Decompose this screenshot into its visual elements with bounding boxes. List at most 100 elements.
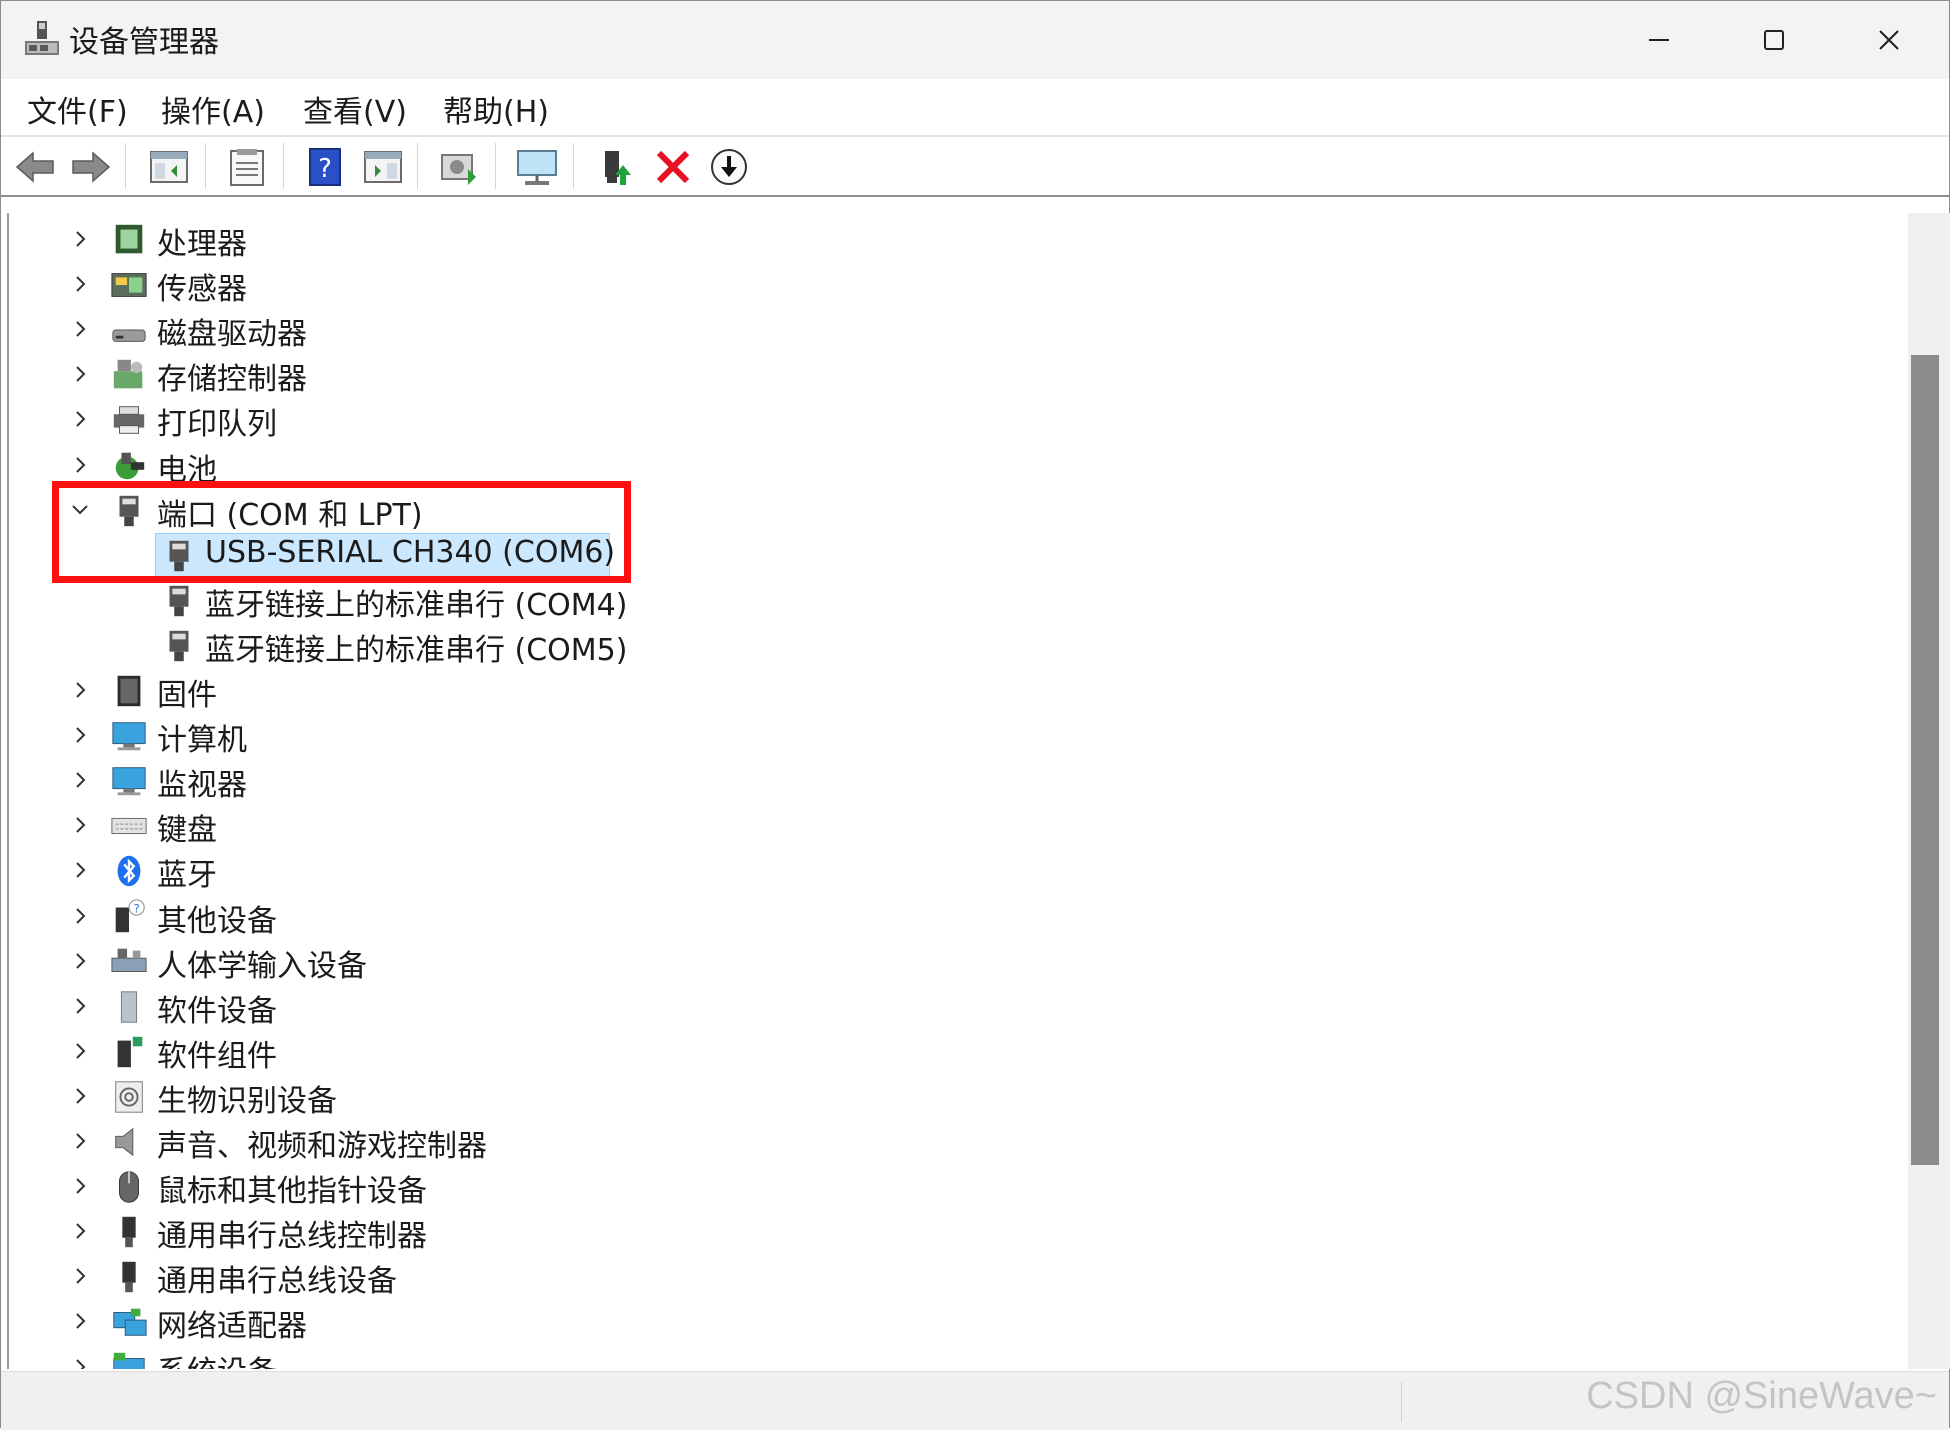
tree-category-row[interactable]: 网络适配器 — [9, 1299, 1889, 1344]
menu-action[interactable]: 操作(A) — [161, 87, 265, 131]
menu-file[interactable]: 文件(F) — [27, 87, 128, 131]
tree-category-label: 声音、视频和游戏控制器 — [157, 1129, 487, 1164]
computer-monitor-button[interactable] — [515, 145, 559, 189]
menu-help[interactable]: 帮助(H) — [443, 87, 549, 131]
storage-controller-icon — [113, 360, 143, 389]
chevron-right-icon[interactable] — [65, 269, 95, 299]
tree-category-row[interactable]: 通用串行总线设备 — [9, 1254, 1889, 1299]
toolbar-separator — [417, 143, 418, 189]
show-hide-console-tree-button[interactable] — [147, 145, 191, 189]
tree-category-row[interactable]: ? 其他设备 — [9, 894, 1889, 939]
chevron-right-icon[interactable] — [65, 1081, 95, 1111]
back-button[interactable] — [13, 145, 57, 189]
show-hide-console-tree-icon — [150, 151, 188, 183]
software-device-icon — [120, 991, 138, 1023]
uninstall-icon — [656, 150, 690, 184]
minimize-button[interactable] — [1601, 1, 1716, 79]
system-devices-icon — [113, 1352, 145, 1369]
toolbar: ? — [1, 137, 1949, 197]
tree-child-label: 蓝牙链接上的标准串行 (COM5) — [205, 632, 628, 668]
chevron-right-icon[interactable] — [65, 404, 95, 434]
chevron-right-icon[interactable] — [65, 450, 95, 480]
chevron-right-icon[interactable] — [65, 224, 95, 254]
chevron-right-icon[interactable] — [65, 765, 95, 795]
chevron-right-icon[interactable] — [65, 1306, 95, 1336]
chevron-right-icon[interactable] — [65, 810, 95, 840]
tree-category-row[interactable]: 磁盘驱动器 — [9, 307, 1889, 352]
toolbar-separator — [283, 143, 284, 189]
tree-category-row[interactable]: 存储控制器 — [9, 352, 1889, 397]
tree-category-row[interactable]: 软件组件 — [9, 1029, 1889, 1074]
tree-category-row[interactable]: 计算机 — [9, 713, 1889, 758]
chevron-right-icon[interactable] — [65, 1171, 95, 1201]
tree-category-row[interactable]: 生物识别设备 — [9, 1074, 1889, 1119]
tree-category-label: 软件组件 — [157, 1038, 277, 1074]
chevron-right-icon[interactable] — [65, 359, 95, 389]
tree-category-row[interactable]: 监视器 — [9, 758, 1889, 803]
tree-category-label: 软件设备 — [157, 993, 277, 1029]
chevron-right-icon[interactable] — [65, 675, 95, 705]
back-icon — [15, 151, 54, 183]
tree-category-row[interactable]: 通用串行总线控制器 — [9, 1209, 1889, 1254]
action-pane-button[interactable] — [361, 145, 405, 189]
uninstall-button[interactable] — [651, 145, 695, 189]
computer-icon — [112, 722, 146, 751]
tree-category-row[interactable]: 传感器 — [9, 262, 1889, 307]
forward-button[interactable] — [69, 145, 113, 189]
bluetooth-icon — [117, 856, 141, 887]
tree-category-row[interactable]: 系统设备 — [9, 1345, 1889, 1370]
tree-category-row[interactable]: 人体学输入设备 — [9, 939, 1889, 984]
tree-category-row[interactable]: 打印队列 — [9, 397, 1889, 442]
maximize-button[interactable] — [1716, 1, 1831, 79]
help-button[interactable]: ? — [303, 145, 347, 189]
menu-view[interactable]: 查看(V) — [303, 87, 407, 131]
svg-text:?: ? — [318, 154, 332, 184]
title-bar[interactable]: 设备管理器 — [1, 1, 1949, 79]
forward-icon — [72, 151, 111, 183]
chevron-right-icon[interactable] — [65, 1126, 95, 1156]
tree-category-row[interactable]: 蓝牙 — [9, 848, 1889, 893]
tree-category-label: 磁盘驱动器 — [157, 317, 307, 353]
download-button[interactable] — [707, 145, 751, 189]
chevron-right-icon[interactable] — [65, 720, 95, 750]
mouse-icon — [119, 1171, 139, 1203]
computer-monitor-icon — [517, 150, 557, 185]
monitor-icon — [112, 767, 146, 796]
chevron-right-icon[interactable] — [65, 1261, 95, 1291]
toolbar-separator — [573, 143, 574, 189]
properties-button[interactable] — [225, 145, 269, 189]
window-title: 设备管理器 — [69, 25, 219, 60]
chevron-right-icon[interactable] — [65, 855, 95, 885]
chevron-right-icon[interactable] — [65, 946, 95, 976]
update-driver-icon — [605, 151, 631, 185]
printer-icon — [113, 406, 145, 435]
tree-category-row[interactable]: 鼠标和其他指针设备 — [9, 1164, 1889, 1209]
watermark: CSDN @SineWave~ — [1586, 1375, 1937, 1417]
scan-hardware-button[interactable] — [437, 145, 481, 189]
battery-icon — [115, 452, 145, 479]
tree-category-label: 其他设备 — [157, 903, 277, 939]
menu-bar: 文件(F) 操作(A) 查看(V) 帮助(H) — [1, 79, 1949, 137]
chevron-right-icon[interactable] — [65, 1036, 95, 1066]
tree-category-label: 通用串行总线控制器 — [157, 1219, 427, 1255]
chevron-right-icon[interactable] — [65, 901, 95, 931]
chevron-right-icon[interactable] — [65, 991, 95, 1021]
chevron-right-icon[interactable] — [65, 1352, 95, 1370]
chevron-right-icon[interactable] — [65, 314, 95, 344]
scrollbar-thumb[interactable] — [1911, 355, 1939, 1165]
tree-category-row[interactable]: 软件设备 — [9, 984, 1889, 1029]
tree-category-label: 网络适配器 — [157, 1309, 307, 1345]
tree-child-row[interactable]: 蓝牙链接上的标准串行 (COM4) — [9, 578, 1889, 623]
device-tree[interactable]: 处理器 传感器 磁盘驱动器 存储控制器 打印队列 电池 端口 (COM 和 LPT) USB-… — [7, 213, 1909, 1369]
update-driver-button[interactable] — [595, 145, 639, 189]
tree-category-row[interactable]: 声音、视频和游戏控制器 — [9, 1119, 1889, 1164]
other-devices-icon: ? — [115, 898, 145, 932]
tree-category-row[interactable]: 处理器 — [9, 217, 1889, 262]
tree-child-row[interactable]: 蓝牙链接上的标准串行 (COM5) — [9, 623, 1889, 668]
keyboard-icon — [111, 818, 147, 835]
close-button[interactable] — [1831, 1, 1946, 79]
help-icon: ? — [309, 148, 341, 186]
tree-category-row[interactable]: 键盘 — [9, 803, 1889, 848]
tree-category-row[interactable]: 固件 — [9, 668, 1889, 713]
chevron-right-icon[interactable] — [65, 1216, 95, 1246]
